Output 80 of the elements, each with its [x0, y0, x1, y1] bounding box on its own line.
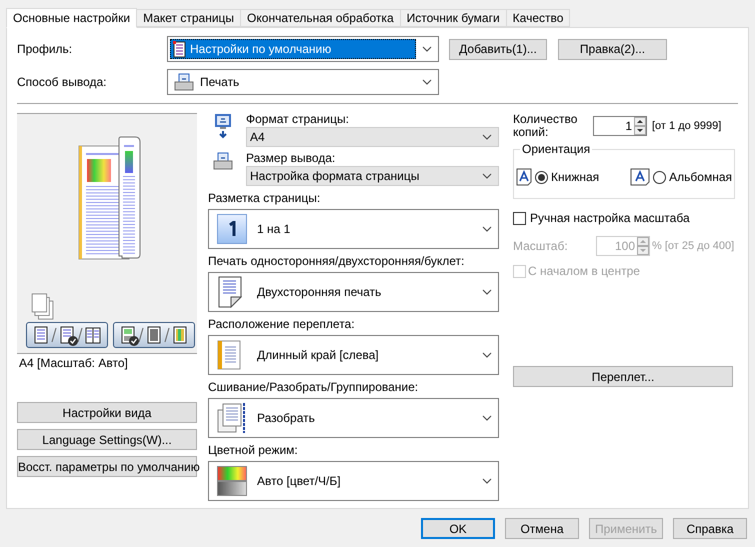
chevron-down-icon	[482, 173, 492, 179]
button[interactable]: Переплет...	[513, 366, 733, 387]
button[interactable]: Отмена	[505, 518, 579, 539]
group-title: Ориентация	[520, 142, 592, 156]
radio-label: Альбомная	[669, 169, 732, 186]
dropdown[interactable]: Длинный край [слева]	[208, 335, 499, 375]
tab[interactable]: Основные настройки	[6, 8, 138, 28]
chevron-down-icon	[482, 478, 492, 484]
chevron-down-icon	[482, 289, 492, 295]
dropdown[interactable]: A4	[246, 127, 499, 147]
printer-icon	[213, 152, 233, 170]
field-label: Способ вывода:	[17, 74, 108, 91]
duplex-page-icon	[217, 276, 243, 308]
button[interactable]: Правка(2)...	[558, 38, 667, 60]
range-hint: [от 1 до 9999]	[652, 118, 722, 134]
button[interactable]: Настройки вида	[17, 402, 197, 423]
dropdown[interactable]: Настройки по умолчанию	[167, 36, 439, 62]
chevron-down-icon	[482, 134, 492, 140]
booklet-mode-icon	[85, 326, 101, 344]
slash-icon	[51, 327, 57, 343]
chevron-down-icon	[482, 226, 492, 232]
button[interactable]: Справка	[673, 518, 747, 539]
checkbox-label: Ручная настройка масштаба	[530, 210, 690, 227]
one-page-icon	[217, 214, 247, 244]
landscape-page-icon	[630, 168, 650, 186]
field-label: Формат страницы:	[246, 113, 350, 126]
field-label: Расположение переплета:	[208, 317, 356, 331]
color-mode-toggle[interactable]	[113, 322, 195, 348]
preview-caption: A4 [Масштаб: Авто]	[18, 355, 128, 372]
spinner-arrows-icon	[634, 117, 646, 135]
field-label: Количество копий:	[513, 113, 578, 139]
pages-stack-icon	[30, 293, 56, 320]
tab[interactable]: Макет страницы	[136, 9, 242, 27]
spinner-arrows-icon	[637, 237, 649, 255]
checkmark-icon	[129, 336, 139, 346]
monitor-icon	[214, 113, 232, 139]
slash-icon	[138, 327, 144, 343]
field-label: Сшивание/Разобрать/Группирование:	[208, 380, 420, 394]
dropdown[interactable]: 1 на 1	[208, 209, 499, 249]
radio-button[interactable]	[535, 170, 548, 184]
tab[interactable]: Источник бумаги	[400, 9, 507, 27]
dropdown[interactable]: Печать	[167, 69, 439, 95]
dropdown[interactable]: Двухсторонняя печать	[208, 272, 499, 312]
button[interactable]: Восст. параметры по умолчанию	[17, 456, 197, 477]
field-label: Разметка страницы:	[208, 191, 322, 205]
slash-icon	[77, 327, 83, 343]
range-hint: % [от 25 до 400]	[652, 238, 734, 254]
dropdown[interactable]: Настройка формата страницы	[246, 166, 499, 186]
binding-page-icon	[217, 340, 241, 370]
printer-icon	[174, 73, 194, 91]
single-mode-icon	[33, 326, 49, 344]
chevron-down-icon	[422, 46, 432, 52]
chevron-down-icon	[422, 79, 432, 85]
portrait-page-icon	[516, 168, 532, 186]
field-label: Печать односторонняя/двухсторонняя/буклет:	[208, 254, 466, 268]
checkbox[interactable]	[513, 212, 526, 224]
field-label: Размер вывода:	[246, 152, 336, 165]
field-label: Цветной режим:	[208, 443, 299, 457]
dropdown[interactable]: Авто [цвет/Ч/Б]	[208, 461, 499, 501]
chevron-down-icon	[482, 352, 492, 358]
button[interactable]: Language Settings(W)...	[17, 429, 197, 450]
mono-mode-icon	[146, 326, 162, 344]
tab[interactable]: Качество	[506, 9, 570, 27]
color-mode-icon	[172, 326, 188, 344]
button[interactable]: OK	[421, 518, 495, 539]
button[interactable]: Добавить(1)...	[449, 38, 547, 60]
color-mode-icon	[217, 466, 247, 496]
chevron-down-icon	[482, 415, 492, 421]
checkmark-icon	[68, 336, 78, 346]
checkbox-label: С началом в центре	[528, 263, 640, 280]
document-icon	[173, 40, 186, 58]
radio-button[interactable]	[653, 170, 666, 184]
field-label: Масштаб:	[513, 238, 569, 255]
tab[interactable]: Окончательная обработка	[240, 9, 401, 27]
slash-icon	[164, 327, 170, 343]
field-label: Профиль:	[17, 41, 74, 58]
dropdown[interactable]: Разобрать	[208, 398, 499, 438]
number-field[interactable]: 1	[593, 116, 647, 136]
radio-label: Книжная	[551, 169, 600, 186]
layout-mode-toggle[interactable]	[26, 322, 108, 348]
